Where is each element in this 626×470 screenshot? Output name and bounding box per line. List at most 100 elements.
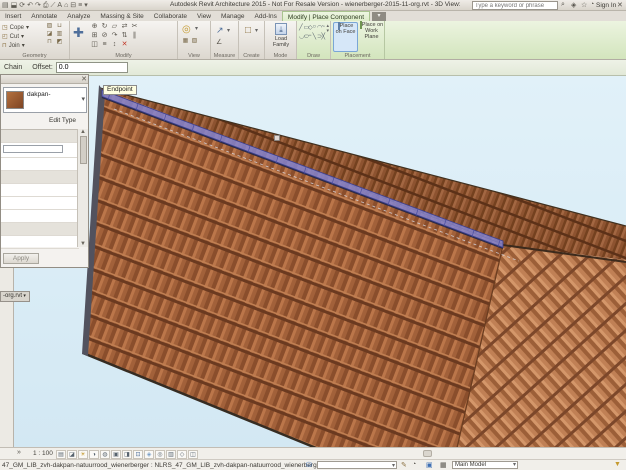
property-group-row[interactable] — [1, 171, 79, 184]
tab-insert[interactable]: Insert — [0, 11, 26, 21]
favorites-star-icon[interactable]: ☆ — [581, 1, 587, 9]
properties-scrollbar[interactable]: ▲▼ — [77, 129, 88, 247]
qat-customize-icon[interactable]: ▾ — [84, 1, 88, 10]
editable-only-icon[interactable]: ✎ — [401, 461, 407, 469]
place-on-work-plane-button[interactable]: Place on Work Plane — [359, 22, 384, 52]
draw-spline-icon[interactable]: ~ — [322, 24, 327, 33]
tab-view[interactable]: View — [192, 11, 216, 21]
sync-icon[interactable]: ⟳ — [19, 1, 25, 10]
design-option-dropdown[interactable]: Main Model▾ — [452, 461, 518, 469]
3d-view-icon[interactable]: ⌂ — [64, 1, 68, 10]
tab-manage[interactable]: Manage — [216, 11, 250, 21]
trim-icon[interactable]: ⊘ — [100, 32, 109, 41]
worksharing-display-icon[interactable]: ▥ — [166, 450, 176, 459]
search-icon[interactable]: ⌕ — [561, 1, 565, 9]
offset-input[interactable] — [56, 62, 128, 73]
move-icon[interactable]: ✚ — [73, 25, 84, 41]
scale-icon[interactable]: ⇅ — [120, 32, 129, 41]
property-row[interactable] — [1, 210, 79, 223]
measure-icon[interactable]: ⟋ — [50, 1, 55, 10]
wall-joins-icon[interactable]: ◪ — [46, 31, 53, 38]
match-icon[interactable]: ≡ — [100, 41, 109, 50]
worksets-icon[interactable]: ⛁ — [306, 461, 312, 469]
redo-icon[interactable]: ↷ — [35, 1, 41, 10]
apply-button[interactable]: Apply — [3, 253, 39, 264]
type-selector[interactable]: dakpan- ▾ — [3, 87, 87, 113]
property-value-input[interactable] — [3, 145, 63, 153]
create-group-icon[interactable]: □ — [245, 25, 251, 36]
hide-icon[interactable]: ▦ — [182, 38, 189, 45]
exclude-options-icon[interactable]: ▦ — [440, 461, 447, 469]
detail-level-icon[interactable]: ▤ — [56, 450, 66, 459]
unjoin-icon[interactable]: ⊓ — [46, 39, 53, 46]
property-row[interactable] — [1, 145, 79, 158]
print-icon[interactable]: ⎙ — [43, 1, 49, 10]
cut-button[interactable]: ◰Cut▾ — [2, 32, 29, 41]
draw-cross-icon[interactable]: ╳ — [322, 33, 327, 42]
remove-paint-icon[interactable]: ◩ — [56, 39, 63, 46]
reveal-hidden-icon[interactable]: ◎ — [155, 450, 165, 459]
rotate-icon[interactable]: ↻ — [100, 23, 109, 32]
ribbon-state-toggle[interactable]: ▾ — [372, 12, 386, 21]
browser-expand-chevron[interactable]: » — [17, 449, 21, 456]
property-row[interactable] — [1, 184, 79, 197]
crop-view-icon[interactable]: ▣ — [111, 450, 121, 459]
property-row[interactable] — [1, 236, 79, 249]
active-workset-dropdown[interactable]: ▾ — [317, 461, 397, 469]
thin-lines-icon[interactable]: ≡ — [78, 1, 82, 10]
tab-massing-site[interactable]: Massing & Site — [95, 11, 148, 21]
scrollbar-thumb[interactable] — [80, 136, 87, 164]
join-button[interactable]: ⊓Join▾ — [2, 41, 29, 50]
extend-icon[interactable]: ↕ — [110, 41, 119, 50]
sun-path-icon[interactable]: ☀ — [78, 450, 88, 459]
delete-icon[interactable]: ✕ — [120, 41, 129, 50]
close-icon[interactable]: ✕ — [617, 1, 623, 9]
tab-add-ins[interactable]: Add-Ins — [250, 11, 282, 21]
place-on-face-button[interactable]: Place on Face — [333, 22, 358, 52]
align-icon[interactable]: ⊞ — [90, 32, 99, 41]
close-icon[interactable]: ✕ — [81, 75, 87, 84]
mirror-icon[interactable]: ▱ — [110, 23, 119, 32]
paint-icon[interactable]: ▨ — [46, 23, 53, 30]
cope-button[interactable]: ◳Cope▾ — [2, 23, 29, 32]
drawing-area-3d-view[interactable]: Endpoint — [14, 76, 626, 447]
property-group-row[interactable] — [1, 223, 79, 236]
offset-icon[interactable]: ⇄ — [120, 23, 129, 32]
chevron-down-icon[interactable]: ▾ — [81, 95, 85, 103]
rendering-icon[interactable]: ◍ — [100, 450, 110, 459]
draw-scroll-arrows[interactable]: ▴▾ — [326, 24, 329, 34]
override-icon[interactable]: ▧ — [191, 38, 198, 45]
save-icon[interactable]: ⬓ — [11, 1, 18, 10]
menu-icon[interactable]: ▤ — [2, 1, 9, 10]
gray-inactive-icon[interactable]: ◔ — [412, 461, 416, 468]
temporary-hide-isolate-icon[interactable]: ◈ — [144, 450, 154, 459]
copy-icon[interactable]: ⊕ — [90, 23, 99, 32]
shadows-icon[interactable]: ◑ — [89, 450, 99, 459]
design-options-icon[interactable]: ▣ — [426, 461, 433, 469]
properties-header[interactable]: ✕ — [1, 75, 88, 84]
temporary-view-properties-icon[interactable]: ◇ — [177, 450, 187, 459]
load-family-button[interactable]: ⤓ Load Family — [269, 22, 293, 52]
beam-joins-icon[interactable]: ▥ — [56, 31, 63, 38]
displacement-icon[interactable]: ◫ — [188, 450, 198, 459]
property-group-row[interactable] — [1, 130, 79, 143]
tab-collaborate[interactable]: Collaborate — [149, 11, 192, 21]
measure-tool-icon[interactable]: ↗ — [216, 25, 224, 36]
property-row[interactable] — [1, 158, 79, 171]
angle-icon[interactable]: ∠ — [216, 38, 222, 46]
status-bar-grip[interactable] — [423, 450, 432, 457]
undo-icon[interactable]: ↶ — [27, 1, 33, 10]
edit-type-button[interactable]: Edit Type — [49, 117, 76, 124]
sign-in-button[interactable]: Sign In — [596, 2, 616, 9]
section-icon[interactable]: ⊟ — [70, 1, 76, 10]
property-row[interactable] — [1, 197, 79, 210]
scale-button[interactable]: 1 : 100 — [33, 450, 53, 457]
demolish-icon[interactable]: ⊔ — [56, 23, 63, 30]
lock-3d-view-icon[interactable]: ⊡ — [133, 450, 143, 459]
text-icon[interactable]: A — [57, 1, 62, 10]
pin-icon[interactable]: ∥ — [130, 32, 139, 41]
filter-icon[interactable]: ▼ — [614, 461, 621, 468]
unpin-icon[interactable]: ◫ — [90, 41, 99, 50]
visual-style-icon[interactable]: ◪ — [67, 450, 77, 459]
tab-annotate[interactable]: Annotate — [26, 11, 62, 21]
